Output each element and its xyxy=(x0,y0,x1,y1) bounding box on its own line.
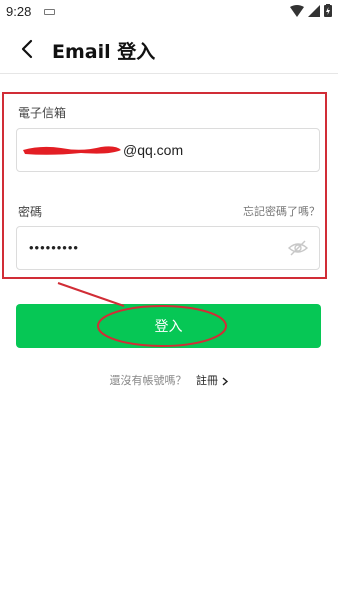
annotation-overlay xyxy=(57,282,227,347)
back-button[interactable] xyxy=(14,36,40,62)
forgot-password-link[interactable]: 忘記密碼了嗎？ xyxy=(243,203,320,219)
wifi-icon xyxy=(290,4,304,17)
header: Email 登入 xyxy=(0,28,338,74)
register-link[interactable]: 註冊 xyxy=(196,374,229,387)
toggle-password-visibility-button[interactable] xyxy=(287,237,309,259)
redaction-mark xyxy=(23,146,121,155)
chevron-left-icon xyxy=(21,39,33,59)
email-value: @qq.com xyxy=(123,142,184,158)
login-button[interactable]: 登入 xyxy=(16,304,321,348)
chevron-right-icon xyxy=(222,376,228,386)
email-field[interactable]: @qq.com xyxy=(16,128,320,172)
login-button-label: 登入 xyxy=(154,319,183,335)
status-time: 9:28 xyxy=(6,4,32,19)
eye-off-icon xyxy=(287,240,309,256)
password-label: 密碼 xyxy=(18,205,43,219)
signal-icon xyxy=(308,4,320,17)
register-label: 註冊 xyxy=(196,374,218,387)
status-icons xyxy=(290,4,332,17)
battery-icon xyxy=(324,4,332,17)
register-prompt: 還沒有帳號嗎？ xyxy=(109,374,187,387)
email-label: 電子信箱 xyxy=(18,106,67,120)
password-value: ••••••••• xyxy=(29,240,79,255)
page-title: Email 登入 xyxy=(52,41,156,63)
password-field[interactable]: ••••••••• xyxy=(16,226,320,270)
keyboard-icon xyxy=(44,9,55,15)
status-bar: 9:28 xyxy=(0,0,338,24)
register-row: 還沒有帳號嗎？ 註冊 xyxy=(0,372,338,388)
